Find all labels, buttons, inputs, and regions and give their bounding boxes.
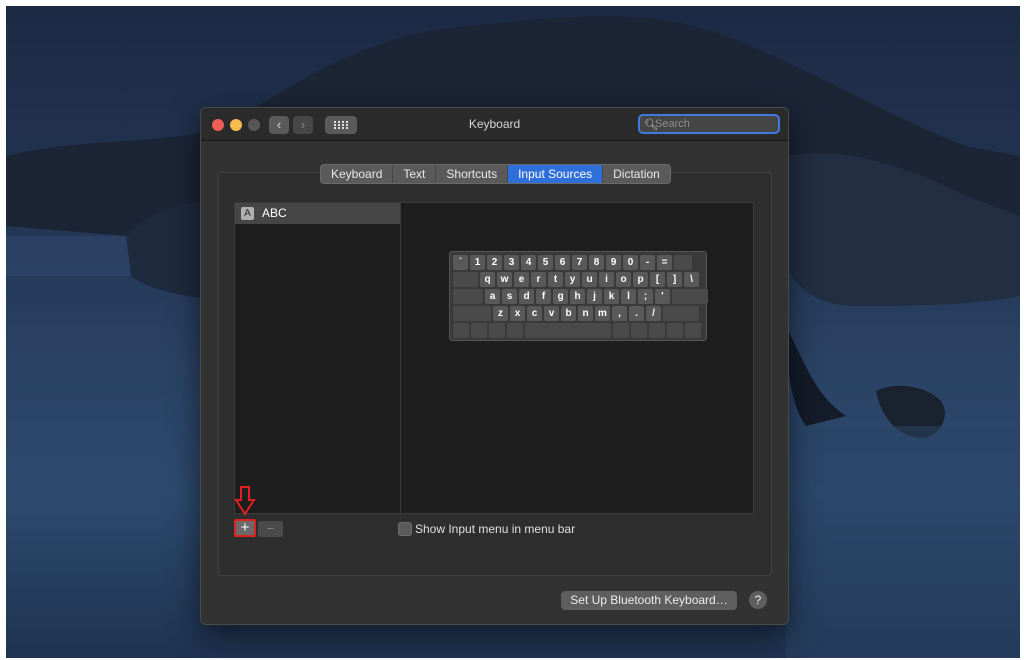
keyboard-key: `	[453, 255, 468, 270]
keyboard-key: s	[502, 289, 517, 304]
keyboard-key-modifier	[453, 289, 483, 304]
title-bar: ‹ › Keyboard 🔍︎	[201, 108, 788, 141]
input-source-label: ABC	[262, 206, 287, 220]
keyboard-key-modifier	[649, 323, 665, 338]
keyboard-key-space	[525, 323, 611, 338]
keyboard-key: a	[485, 289, 500, 304]
keyboard-row-1: ` 1 2 3 4 5 6 7 8 9 0- =	[453, 255, 692, 270]
keyboard-row-2: q w e r t y u i o p[] \	[453, 272, 699, 287]
keyboard-key-modifier	[674, 255, 692, 270]
keyboard-key: d	[519, 289, 534, 304]
search-input[interactable]	[655, 117, 773, 131]
keyboard-key: 4	[521, 255, 536, 270]
keyboard-preferences-window: ‹ › Keyboard 🔍︎ Keyboard Text Shortcuts …	[200, 107, 789, 625]
keyboard-key: i	[599, 272, 614, 287]
keyboard-key: =	[657, 255, 672, 270]
keyboard-key: z	[493, 306, 508, 321]
keyboard-key: y	[565, 272, 580, 287]
keyboard-key: ,	[612, 306, 627, 321]
keyboard-key: j	[587, 289, 602, 304]
input-source-badge: A	[241, 207, 254, 220]
keyboard-key: u	[582, 272, 597, 287]
keyboard-key: v	[544, 306, 559, 321]
tab-dictation[interactable]: Dictation	[603, 165, 670, 183]
tab-shortcuts[interactable]: Shortcuts	[436, 165, 509, 183]
keyboard-key: 1	[470, 255, 485, 270]
keyboard-key: c	[527, 306, 542, 321]
tab-bar: Keyboard Text Shortcuts Input Sources Di…	[320, 164, 671, 184]
keyboard-key-modifier	[685, 323, 701, 338]
keyboard-key: 2	[487, 255, 502, 270]
keyboard-key-modifier	[672, 289, 708, 304]
keyboard-preview-area: ` 1 2 3 4 5 6 7 8 9 0- = q w e r t y u i o p[] \ a s d f g h j k l; ' …	[400, 202, 754, 514]
add-input-source-button[interactable]: +	[234, 519, 256, 537]
input-sources-list[interactable]: A ABC	[234, 202, 401, 514]
keyboard-key-modifier	[507, 323, 523, 338]
keyboard-key: [	[650, 272, 665, 287]
keyboard-layout-preview: ` 1 2 3 4 5 6 7 8 9 0- = q w e r t y u i o p[] \ a s d f g h j k l; ' …	[449, 251, 708, 341]
keyboard-key: h	[570, 289, 585, 304]
keyboard-row-5	[453, 323, 701, 338]
keyboard-key: 9	[606, 255, 621, 270]
keyboard-key: t	[548, 272, 563, 287]
keyboard-key: p	[633, 272, 648, 287]
show-input-menu-label: Show Input menu in menu bar	[415, 522, 576, 536]
keyboard-key: e	[514, 272, 529, 287]
keyboard-key: n	[578, 306, 593, 321]
show-input-menu-checkbox[interactable]	[398, 522, 412, 536]
keyboard-key: l	[621, 289, 636, 304]
keyboard-key-modifier	[663, 306, 699, 321]
tab-input-sources[interactable]: Input Sources	[508, 165, 604, 183]
keyboard-key: k	[604, 289, 619, 304]
keyboard-key: m	[595, 306, 610, 321]
keyboard-key-modifier	[453, 306, 491, 321]
tab-text[interactable]: Text	[393, 165, 437, 183]
keyboard-key: 7	[572, 255, 587, 270]
keyboard-row-4: z x c v b n m,. /	[453, 306, 699, 321]
search-field[interactable]: 🔍︎	[638, 114, 780, 134]
tab-keyboard[interactable]: Keyboard	[321, 165, 394, 183]
red-down-arrow-icon	[234, 486, 256, 516]
setup-bluetooth-keyboard-button[interactable]: Set Up Bluetooth Keyboard…	[561, 591, 737, 610]
keyboard-key: ]	[667, 272, 682, 287]
keyboard-key: '	[655, 289, 670, 304]
keyboard-key: f	[536, 289, 551, 304]
keyboard-key: -	[640, 255, 655, 270]
help-button[interactable]: ?	[749, 591, 767, 609]
keyboard-key: 0	[623, 255, 638, 270]
keyboard-key: g	[553, 289, 568, 304]
keyboard-key: o	[616, 272, 631, 287]
keyboard-key: ;	[638, 289, 653, 304]
keyboard-key: w	[497, 272, 512, 287]
keyboard-key: \	[684, 272, 699, 287]
keyboard-key: x	[510, 306, 525, 321]
keyboard-key: 6	[555, 255, 570, 270]
keyboard-key-modifier	[489, 323, 505, 338]
keyboard-key: r	[531, 272, 546, 287]
keyboard-key: 3	[504, 255, 519, 270]
keyboard-key: .	[629, 306, 644, 321]
keyboard-key: b	[561, 306, 576, 321]
keyboard-key-modifier	[613, 323, 629, 338]
keyboard-key: /	[646, 306, 661, 321]
keyboard-key: 5	[538, 255, 553, 270]
input-source-item-abc[interactable]: A ABC	[235, 203, 401, 224]
remove-input-source-button[interactable]: −	[258, 521, 283, 537]
keyboard-key-modifier	[453, 323, 469, 338]
keyboard-key-modifier	[453, 272, 478, 287]
keyboard-key: 8	[589, 255, 604, 270]
keyboard-key-modifier	[471, 323, 487, 338]
keyboard-key-modifier	[631, 323, 647, 338]
keyboard-row-3: a s d f g h j k l; '	[453, 289, 708, 304]
keyboard-key: q	[480, 272, 495, 287]
keyboard-key-modifier	[667, 323, 683, 338]
